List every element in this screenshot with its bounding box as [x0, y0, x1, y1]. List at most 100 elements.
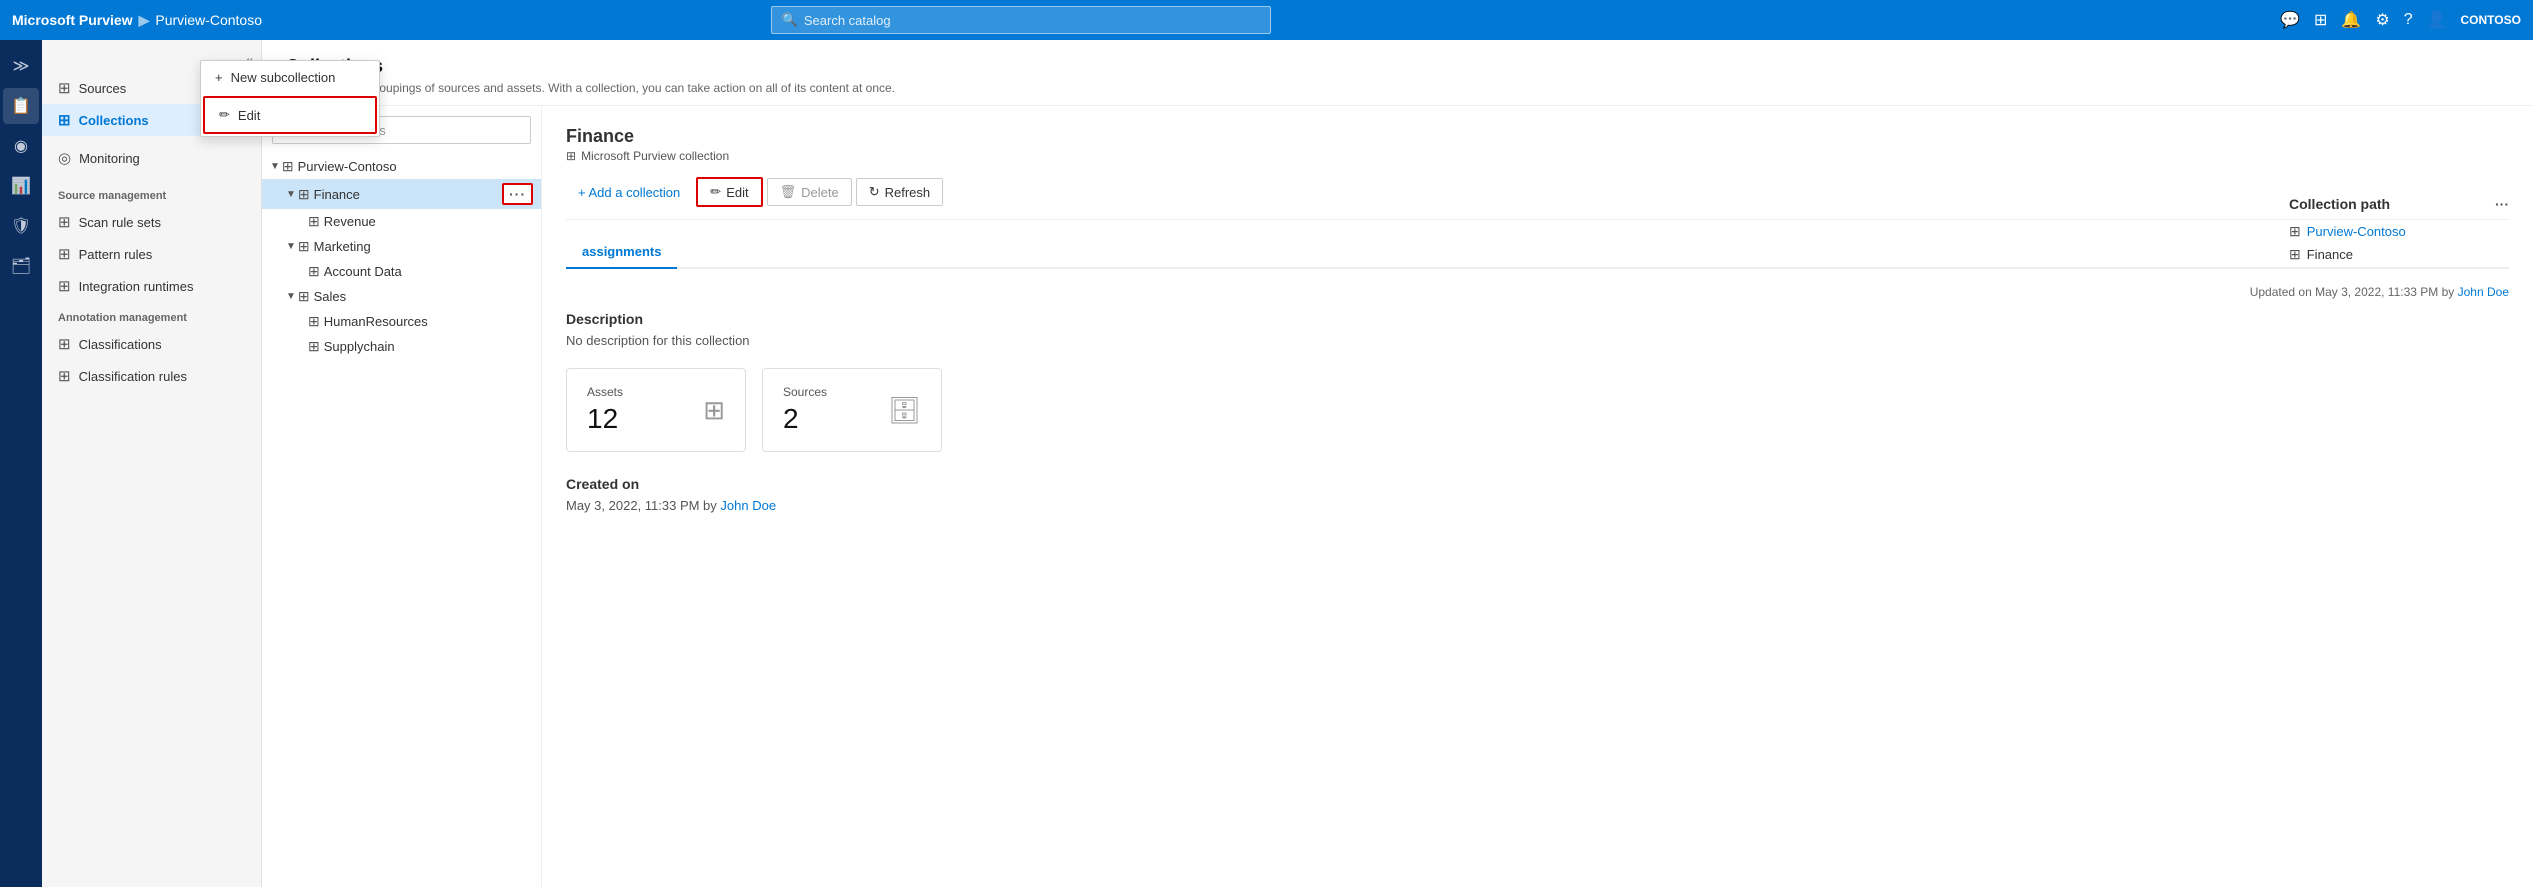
edit-btn-icon: ✏: [710, 184, 721, 200]
classifications-label: Classifications: [79, 337, 162, 352]
delete-icon: 🗑: [780, 184, 797, 200]
top-nav-icons: 💬 ⊞ 🔔 ⚙ ? 👤 CONTOSO: [2280, 10, 2521, 30]
created-user: John Doe: [720, 498, 776, 513]
supplychain-icon: ⊞: [308, 338, 320, 355]
description-label: Description: [566, 311, 2509, 327]
sidebar-item-classifications[interactable]: ⊞ Classifications: [42, 328, 261, 360]
stat-card-sources: Sources 2 🗄: [762, 368, 942, 452]
sidebar-manage-icon[interactable]: 🗂: [3, 248, 39, 284]
sales-icon: ⊞: [298, 288, 310, 305]
pattern-rule-label: Pattern rules: [79, 247, 153, 262]
app-layout: ≫ 📋 ◉ 📊 🛡 🗂 « ⊞ Sources ⊞ Collections ◎ …: [0, 40, 2533, 887]
created-on-label: Created on: [566, 476, 2509, 492]
description-value: No description for this collection: [566, 333, 2509, 348]
chat-icon[interactable]: 💬: [2280, 10, 2300, 30]
sources-stat-label: Sources: [783, 385, 827, 399]
tree-item-human-resources[interactable]: ⊞ HumanResources: [262, 309, 541, 334]
bell-icon[interactable]: 🔔: [2341, 10, 2361, 30]
sources-label: Sources: [79, 81, 127, 96]
sources-stat-icon: 🗄: [888, 395, 921, 426]
tabs-row: assignments: [566, 236, 2509, 269]
icon-sidebar: ≫ 📋 ◉ 📊 🛡 🗂: [0, 40, 42, 887]
apps-icon[interactable]: ⊞: [2314, 10, 2327, 30]
sidebar-insights-icon[interactable]: 📊: [3, 168, 39, 204]
finance-more-button[interactable]: ···: [502, 183, 533, 205]
sidebar-item-scan-rule-sets[interactable]: ⊞ Scan rule sets: [42, 206, 261, 238]
tree-item-account-data[interactable]: ⊞ Account Data: [262, 259, 541, 284]
sources-stat-value: 2: [783, 403, 827, 435]
dropdown-menu: + New subcollection ✏ Edit: [262, 106, 380, 137]
tree-item-supplychain[interactable]: ⊞ Supplychain: [262, 334, 541, 359]
sidebar-item-pattern-rules[interactable]: ⊞ Pattern rules: [42, 238, 261, 270]
tab-role-assignments[interactable]: assignments: [566, 236, 677, 269]
search-icon: 🔍: [782, 12, 798, 28]
monitoring-label: Monitoring: [79, 151, 140, 166]
collection-path-more-icon[interactable]: ···: [2495, 196, 2509, 212]
stat-card-assets: Assets 12 ⊞: [566, 368, 746, 452]
collection-path-item-purview[interactable]: ⊞ Purview-Contoso: [2289, 220, 2509, 243]
stats-row: Assets 12 ⊞ Sources 2 🗄: [566, 368, 2509, 452]
top-nav: Microsoft Purview ▶ Purview-Contoso 🔍 Se…: [0, 0, 2533, 40]
integration-label: Integration runtimes: [79, 279, 194, 294]
marketing-expand-icon: ▼: [286, 241, 296, 252]
tenant-name: Purview-Contoso: [155, 12, 262, 28]
classification-rules-icon: ⊞: [58, 367, 71, 385]
assets-value: 12: [587, 403, 623, 435]
detail-subtitle-text: Microsoft Purview collection: [581, 149, 729, 163]
root-collection-icon: ⊞: [282, 158, 294, 175]
tree-panel: ⧖ Filter resources ▼ ⊞ Purview-Contoso ▼…: [262, 106, 542, 887]
updated-text: Updated on May 3, 2022, 11:33 PM by John…: [566, 285, 2509, 299]
help-icon[interactable]: ?: [2404, 11, 2413, 29]
user-label: CONTOSO: [2461, 13, 2521, 27]
path-purview-label: Purview-Contoso: [2307, 224, 2406, 239]
root-label: Purview-Contoso: [298, 159, 397, 174]
stat-sources-content: Sources 2: [783, 385, 827, 435]
tree-item-marketing[interactable]: ▼ ⊞ Marketing: [262, 234, 541, 259]
classification-rules-label: Classification rules: [79, 369, 187, 384]
collections-header: Collections Collections are groupings of…: [262, 40, 2533, 106]
account-data-icon: ⊞: [308, 263, 320, 280]
sidebar-collapse-icon[interactable]: ≫: [3, 48, 39, 84]
sidebar-item-monitoring[interactable]: ◎ Monitoring: [42, 142, 261, 174]
edit-button[interactable]: ✏ Edit: [696, 177, 762, 207]
brand: Microsoft Purview ▶ Purview-Contoso: [12, 12, 262, 29]
scan-rule-label: Scan rule sets: [79, 215, 161, 230]
sidebar-map-icon[interactable]: ◉: [3, 128, 39, 164]
annotation-management-header: Annotation management: [42, 302, 261, 328]
collection-path-title: Collection path ···: [2289, 196, 2509, 212]
brand-separator: ▶: [139, 12, 150, 29]
delete-button[interactable]: 🗑 Delete: [767, 178, 852, 206]
hr-label: HumanResources: [324, 314, 428, 329]
sidebar-item-integration-runtimes[interactable]: ⊞ Integration runtimes: [42, 270, 261, 302]
marketing-label: Marketing: [314, 239, 371, 254]
stat-assets-content: Assets 12: [587, 385, 623, 435]
tree-item-revenue[interactable]: ⊞ Revenue: [262, 209, 541, 234]
marketing-icon: ⊞: [298, 238, 310, 255]
settings-icon[interactable]: ⚙: [2375, 10, 2389, 30]
account-data-label: Account Data: [324, 264, 402, 279]
search-input-placeholder: Search catalog: [804, 13, 891, 28]
sources-icon: ⊞: [58, 79, 71, 97]
revenue-icon: ⊞: [308, 213, 320, 230]
finance-expand-icon: ▼: [286, 189, 296, 200]
dropdown-edit[interactable]: ✏ Edit: [262, 106, 377, 134]
collection-path-label: Collection path: [2289, 196, 2390, 212]
detail-subtitle: ⊞ Microsoft Purview collection: [566, 149, 2509, 163]
sidebar-policy-icon[interactable]: 🛡: [3, 208, 39, 244]
add-collection-button[interactable]: + Add a collection: [566, 180, 692, 205]
user-icon[interactable]: 👤: [2427, 10, 2447, 30]
pattern-rule-icon: ⊞: [58, 245, 71, 263]
search-bar[interactable]: 🔍 Search catalog: [771, 6, 1271, 34]
tree-item-sales[interactable]: ▼ ⊞ Sales: [262, 284, 541, 309]
tree-root[interactable]: ▼ ⊞ Purview-Contoso: [262, 154, 541, 179]
collections-body: ⧖ Filter resources ▼ ⊞ Purview-Contoso ▼…: [262, 106, 2533, 887]
sales-expand-icon: ▼: [286, 291, 296, 302]
tree-item-finance[interactable]: ▼ ⊞ Finance ···: [262, 179, 541, 209]
delete-label: Delete: [801, 185, 839, 200]
sidebar-catalog-icon[interactable]: 📋: [3, 88, 39, 124]
sidebar-item-classification-rules[interactable]: ⊞ Classification rules: [42, 360, 261, 392]
assets-icon: ⊞: [703, 395, 725, 426]
integration-icon: ⊞: [58, 277, 71, 295]
edit-btn-label: Edit: [726, 185, 748, 200]
refresh-button[interactable]: ↻ Refresh: [856, 178, 943, 206]
